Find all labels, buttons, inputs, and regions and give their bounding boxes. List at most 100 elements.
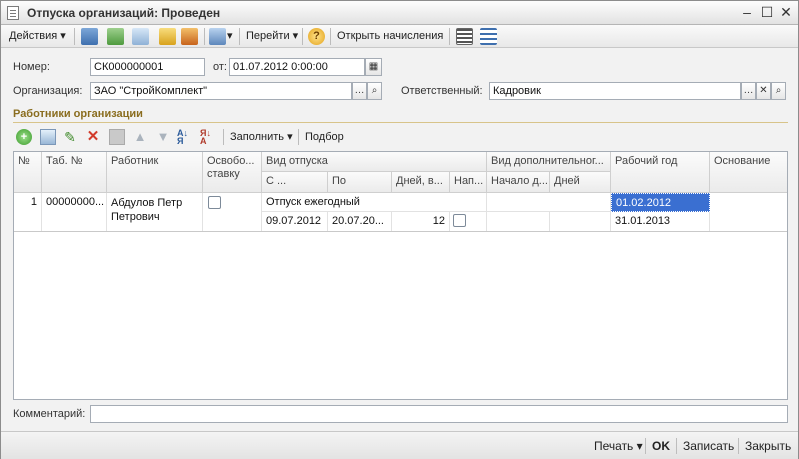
sort-asc-icon[interactable]: А↓ Я — [177, 129, 193, 146]
organization-label: Организация: — [13, 85, 83, 97]
footer-divider — [645, 438, 646, 454]
row-extra-days[interactable] — [550, 212, 611, 231]
toolbar-divider — [330, 28, 331, 45]
date-label: от: — [213, 61, 227, 73]
main-toolbar: Действия ▾ ▾ Перейти ▾ ? Открыть начисле… — [1, 25, 798, 48]
goto-label: Перейти — [246, 30, 290, 42]
comment-label: Комментарий: — [13, 408, 86, 420]
header-work-year[interactable]: Рабочий год — [611, 152, 710, 193]
select-button[interactable]: Подбор — [305, 129, 344, 146]
row-tab-number[interactable]: 00000000... — [42, 193, 107, 231]
print-menu[interactable]: Печать ▾ — [594, 439, 643, 453]
post-document-icon[interactable] — [159, 28, 176, 45]
header-from[interactable]: С ... — [262, 172, 328, 193]
header-extra-start[interactable]: Начало д... — [487, 172, 550, 193]
help-icon[interactable]: ? — [308, 28, 325, 45]
calendar-icon[interactable]: ▦ — [365, 58, 382, 76]
responsible-field[interactable]: Кадровик — [489, 82, 741, 100]
header-basis[interactable]: Основание — [710, 152, 787, 193]
row-work-year-from[interactable]: 01.02.2012 — [611, 193, 710, 212]
number-field[interactable]: СК000000001 — [90, 58, 205, 76]
copy-row-icon[interactable] — [40, 129, 56, 145]
save-button[interactable]: Записать — [683, 439, 734, 453]
close-button[interactable]: ✕ — [778, 4, 794, 20]
based-on-icon[interactable] — [209, 28, 226, 45]
header-free-rate-line1: Освобо... — [207, 155, 255, 167]
employee-name-line1: Абдулов Петр — [111, 197, 183, 209]
row-work-year-to[interactable]: 31.01.2013 — [611, 212, 710, 231]
minimize-button[interactable]: – — [739, 4, 755, 20]
header-tab-number[interactable]: Таб. № — [42, 152, 107, 193]
row-days[interactable]: 12 — [392, 212, 450, 231]
toolbar-divider — [74, 28, 75, 45]
add-row-icon[interactable]: + — [16, 129, 32, 145]
actions-menu[interactable]: Действия ▾ — [9, 28, 66, 45]
title-bar: Отпуска организаций: Проведен – ☐ ✕ — [1, 1, 798, 25]
toolbar-divider — [298, 129, 299, 145]
footer-bar: Печать ▾ OK Записать Закрыть — [1, 431, 798, 459]
direction-checkbox[interactable] — [453, 214, 466, 227]
document-icon — [7, 6, 19, 20]
row-from[interactable]: 09.07.2012 — [262, 212, 328, 231]
goto-menu[interactable]: Перейти ▾ — [246, 28, 298, 45]
row-extra-leave-type[interactable] — [487, 193, 611, 212]
responsible-select-button[interactable]: … — [741, 82, 756, 100]
row-basis[interactable] — [710, 193, 787, 231]
toolbar-divider — [239, 28, 240, 45]
header-employee[interactable]: Работник — [107, 152, 203, 193]
responsible-label: Ответственный: — [401, 85, 483, 97]
unpost-document-icon[interactable] — [181, 28, 198, 45]
comment-field[interactable] — [90, 405, 788, 423]
header-number[interactable]: № — [14, 152, 42, 193]
toolbar-divider — [204, 28, 205, 45]
header-days[interactable]: Дней, в... — [392, 172, 450, 193]
row-divider — [14, 231, 787, 232]
toolbar-divider — [302, 28, 303, 45]
footer-divider — [738, 438, 739, 454]
row-extra-start[interactable] — [487, 212, 550, 231]
employee-name-line2: Петрович — [111, 211, 160, 223]
row-leave-type[interactable]: Отпуск ежегодный — [262, 193, 487, 212]
section-divider — [13, 122, 788, 123]
based-on-dropdown[interactable]: ▾ — [227, 28, 233, 45]
sort-desc-icon[interactable]: Я↓ А — [200, 129, 216, 146]
row-number: 1 — [14, 193, 42, 231]
organization-field[interactable]: ЗАО "СтройКомплект" — [90, 82, 352, 100]
free-rate-checkbox[interactable] — [208, 196, 221, 209]
organization-open-icon[interactable]: ⌕ — [367, 82, 382, 100]
copy-icon[interactable] — [132, 28, 149, 45]
organization-select-button[interactable]: … — [352, 82, 367, 100]
header-free-rate[interactable]: Освобо... ставку — [203, 152, 262, 193]
responsible-clear-icon[interactable]: ✕ — [756, 82, 771, 100]
move-down-icon[interactable]: ▼ — [155, 129, 171, 145]
row-employee[interactable]: Абдулов Петр Петрович — [107, 193, 203, 231]
actions-label: Действия — [9, 30, 58, 42]
number-label: Номер: — [13, 61, 50, 73]
employees-table: № Таб. № Работник Освобо... ставку Вид от… — [13, 151, 788, 400]
refresh-icon[interactable] — [107, 28, 124, 45]
fill-menu[interactable]: Заполнить ▾ — [230, 129, 293, 146]
row-to[interactable]: 20.07.20... — [328, 212, 392, 231]
row-direction-cell — [450, 212, 487, 231]
end-edit-icon[interactable] — [109, 129, 125, 145]
responsible-open-icon[interactable]: ⌕ — [771, 82, 786, 100]
close-form-button[interactable]: Закрыть — [745, 439, 791, 453]
header-direction[interactable]: Нап... — [450, 172, 487, 193]
header-extra-days[interactable]: Дней — [550, 172, 611, 193]
list-icon[interactable] — [456, 28, 473, 45]
date-field[interactable]: 01.07.2012 0:00:00 — [229, 58, 365, 76]
ok-button[interactable]: OK — [652, 439, 670, 453]
back-icon[interactable] — [81, 28, 98, 45]
edit-row-icon[interactable]: ✎ — [62, 129, 78, 145]
structure-icon[interactable] — [480, 28, 497, 45]
delete-row-icon[interactable]: ✕ — [85, 129, 101, 145]
open-accruals-button[interactable]: Открыть начисления — [337, 28, 443, 45]
header-extra-leave-type[interactable]: Вид дополнительног... — [487, 152, 611, 172]
document-window: Отпуска организаций: Проведен – ☐ ✕ Дейс… — [0, 0, 799, 459]
header-free-rate-line2: ставку — [207, 168, 240, 180]
header-to[interactable]: По — [328, 172, 392, 193]
maximize-button[interactable]: ☐ — [759, 4, 775, 20]
move-up-icon[interactable]: ▲ — [132, 129, 148, 145]
toolbar-divider — [449, 28, 450, 45]
header-leave-type[interactable]: Вид отпуска — [262, 152, 487, 172]
